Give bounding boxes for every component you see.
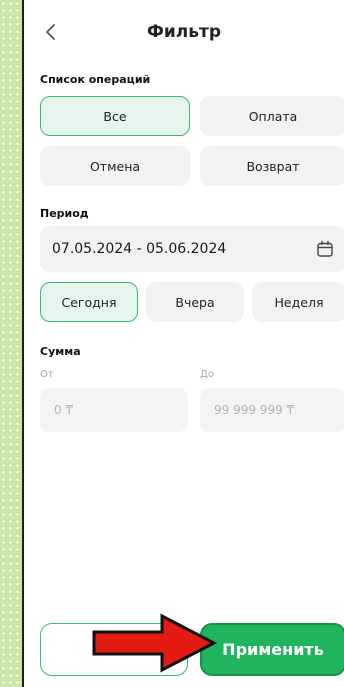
amount-from-input[interactable] bbox=[40, 388, 188, 432]
operations-label: Список операций bbox=[40, 73, 151, 86]
calendar-icon[interactable] bbox=[316, 240, 334, 258]
period-chip-week[interactable]: Неделя bbox=[252, 282, 344, 322]
apply-button[interactable]: Применить bbox=[200, 623, 344, 676]
operation-chip-refund[interactable]: Возврат bbox=[200, 146, 344, 186]
amount-to-label: До bbox=[200, 369, 214, 380]
period-chip-yesterday[interactable]: Вчера bbox=[146, 282, 244, 322]
amount-from-label: От bbox=[40, 369, 54, 380]
amount-label: Сумма bbox=[40, 345, 81, 358]
page-title: Фильтр bbox=[147, 22, 221, 42]
date-range-value: 07.05.2024 - 05.06.2024 bbox=[52, 241, 227, 257]
date-range-field[interactable]: 07.05.2024 - 05.06.2024 bbox=[40, 226, 344, 272]
period-chip-today[interactable]: Сегодня bbox=[40, 282, 138, 322]
header: Фильтр bbox=[24, 14, 344, 54]
filter-screen: Фильтр Список операций Все Оплата Отмена… bbox=[22, 0, 344, 687]
red-arrow-annotation bbox=[92, 613, 218, 673]
operation-chip-all[interactable]: Все bbox=[40, 96, 190, 136]
operation-chip-cancel[interactable]: Отмена bbox=[40, 146, 190, 186]
operation-chip-payment[interactable]: Оплата bbox=[200, 96, 344, 136]
amount-to-input[interactable] bbox=[200, 388, 344, 432]
period-label: Период bbox=[40, 207, 89, 220]
